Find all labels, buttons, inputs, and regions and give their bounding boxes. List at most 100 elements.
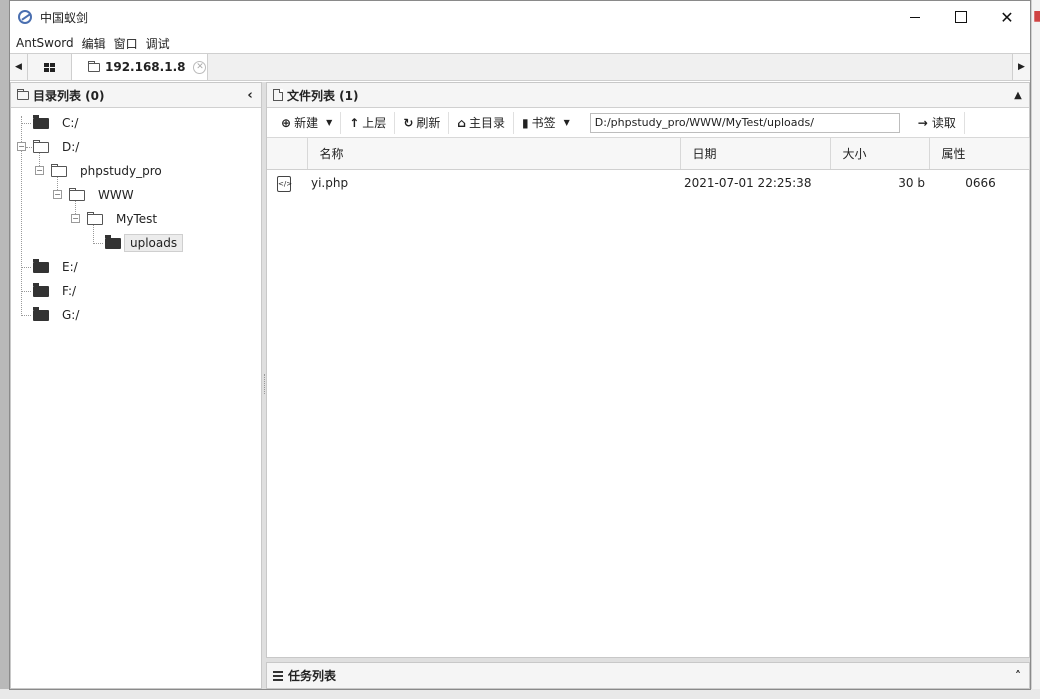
caret-down-icon: ▼ <box>326 118 333 127</box>
tree-item-label: F:/ <box>62 284 77 298</box>
menu-window[interactable]: 窗口 <box>112 35 144 52</box>
plus-circle-icon: ⊕ <box>281 115 292 130</box>
file-size: 30 b <box>898 176 925 191</box>
column-name[interactable]: 名称 <box>307 138 681 170</box>
table-row[interactable]: </> yi.php 2021-07-01 22:25:38 30 b 0666 <box>267 169 1029 197</box>
maximize-button[interactable] <box>938 1 984 33</box>
tree-item-f[interactable]: F:/ <box>33 280 81 302</box>
tab-label: 192.168.1.8 <box>105 60 186 74</box>
antsword-window: 中国蚁剑 ✕ AntSword 编辑 窗口 调试 ◀ 192.168.1.8 ✕… <box>9 0 1031 690</box>
home-dir-button[interactable]: ⌂ 主目录 <box>449 111 514 134</box>
column-date[interactable]: 日期 <box>680 138 831 170</box>
tree-item-label: C:/ <box>62 116 79 130</box>
background-window: ■ <box>1031 0 1040 699</box>
task-panel[interactable]: 任务列表 ˄ <box>266 662 1030 689</box>
file-panel-header: 文件列表 (1) ▲ <box>267 83 1029 108</box>
column-size[interactable]: 大小 <box>830 138 930 170</box>
directory-panel: 目录列表 (0) ‹ C:/ − D:/ − phpstudy_pro − WW… <box>10 82 262 689</box>
menu-edit[interactable]: 编辑 <box>80 35 112 52</box>
tree-item-phpstudy-pro[interactable]: phpstudy_pro <box>51 160 167 182</box>
tree-item-mytest[interactable]: MyTest <box>87 208 162 230</box>
tree-item-e[interactable]: E:/ <box>33 256 83 278</box>
tree-item-label: G:/ <box>62 308 80 322</box>
arrow-right-icon: → <box>917 115 928 130</box>
tree-collapse-toggle-icon[interactable]: − <box>17 142 26 151</box>
close-button[interactable]: ✕ <box>984 1 1030 33</box>
file-table: 名称 日期 大小 属性 </> yi.php 2021-07-01 22:25:… <box>267 138 1030 197</box>
file-date: 2021-07-01 22:25:38 <box>684 176 812 191</box>
file-panel-title: 文件列表 (1) <box>287 88 359 103</box>
folder-closed-icon <box>105 234 121 249</box>
minimize-button[interactable] <box>892 1 938 33</box>
tree-item-www[interactable]: WWW <box>69 184 139 206</box>
file-name: yi.php <box>311 176 349 191</box>
menu-debug[interactable]: 调试 <box>144 35 176 52</box>
grid-icon <box>44 62 55 72</box>
tab-close-icon[interactable]: ✕ <box>193 60 207 74</box>
menu-bar: AntSword 编辑 窗口 调试 <box>10 33 1030 53</box>
arrow-up-icon: ↑ <box>349 115 360 130</box>
list-icon <box>273 670 283 681</box>
home-dir-label: 主目录 <box>468 116 505 130</box>
tree-item-c[interactable]: C:/ <box>33 112 83 134</box>
tree-item-uploads[interactable]: uploads <box>105 232 184 254</box>
new-button-label: 新建 <box>294 116 319 130</box>
path-input[interactable] <box>589 112 900 133</box>
tree-item-d[interactable]: D:/ <box>33 136 84 158</box>
main-content: 目录列表 (0) ‹ C:/ − D:/ − phpstudy_pro − WW… <box>10 82 1030 689</box>
folder-closed-icon <box>33 258 49 273</box>
chevron-up-icon[interactable]: ˄ <box>1007 669 1029 683</box>
refresh-button[interactable]: ↻ 刷新 <box>395 111 450 134</box>
collapse-left-icon[interactable]: ‹ <box>239 88 261 103</box>
collapse-up-icon[interactable]: ▲ <box>1007 90 1029 101</box>
tab-bar: ◀ 192.168.1.8 ✕ ▶ <box>10 53 1030 81</box>
new-button[interactable]: ⊕ 新建 ▼ <box>273 111 342 134</box>
code-file-icon: </> <box>277 175 292 192</box>
folder-closed-icon <box>33 114 49 129</box>
tree-item-label-selected: uploads <box>124 234 184 252</box>
refresh-icon: ↻ <box>403 115 414 130</box>
directory-panel-title: 目录列表 (0) <box>33 88 105 103</box>
file-toolbar: ⊕ 新建 ▼ ↑ 上层 ↻ 刷新 ⌂ 主目录 ▮ 书签 ▼ D:/phpstud… <box>267 108 1029 138</box>
read-label: 读取 <box>931 116 956 130</box>
antsword-logo-icon <box>18 10 32 24</box>
read-button[interactable]: → 读取 <box>910 111 965 134</box>
tree-collapse-toggle-icon[interactable]: − <box>53 190 62 199</box>
tab-scroll-right-button[interactable]: ▶ <box>1012 54 1030 80</box>
tree-item-label: MyTest <box>116 212 158 226</box>
bookmark-icon: ▮ <box>522 115 529 130</box>
tree-item-g[interactable]: G:/ <box>33 304 84 326</box>
window-title: 中国蚁剑 <box>40 10 89 25</box>
up-level-button[interactable]: ↑ 上层 <box>341 111 396 134</box>
column-attr[interactable]: 属性 <box>929 138 1030 170</box>
caret-down-icon: ▼ <box>563 118 570 127</box>
folder-closed-icon <box>33 306 49 321</box>
folder-open-icon <box>69 187 85 201</box>
file-panel: 文件列表 (1) ▲ ⊕ 新建 ▼ ↑ 上层 ↻ 刷新 ⌂ 主目录 ▮ 书签 ▼… <box>266 82 1030 658</box>
directory-tree: C:/ − D:/ − phpstudy_pro − WWW − MyTest … <box>11 108 261 688</box>
folder-icon <box>88 60 100 72</box>
folder-open-icon <box>33 139 49 153</box>
folder-open-icon <box>51 163 67 177</box>
tree-item-label: D:/ <box>62 140 80 154</box>
tab-scroll-left-button[interactable]: ◀ <box>10 54 28 80</box>
file-attr: 0666 <box>965 176 996 191</box>
tree-collapse-toggle-icon[interactable]: − <box>35 166 44 175</box>
tree-collapse-toggle-icon[interactable]: − <box>71 214 80 223</box>
up-level-label: 上层 <box>362 116 387 130</box>
home-icon: ⌂ <box>457 115 466 130</box>
folder-icon <box>17 88 29 100</box>
file-icon <box>273 89 283 101</box>
bookmark-button[interactable]: ▮ 书签 ▼ <box>514 112 578 134</box>
tab-home[interactable] <box>28 54 72 80</box>
folder-closed-icon <box>33 282 49 297</box>
menu-antsword[interactable]: AntSword <box>14 36 80 50</box>
tree-item-label: E:/ <box>62 260 78 274</box>
background-strip <box>0 689 1040 699</box>
bookmark-label: 书签 <box>531 116 556 130</box>
refresh-label: 刷新 <box>416 116 441 130</box>
column-icon <box>267 138 308 170</box>
tab-shell-session[interactable]: 192.168.1.8 ✕ <box>72 54 208 80</box>
title-bar: 中国蚁剑 ✕ <box>10 1 1030 33</box>
file-table-header: 名称 日期 大小 属性 <box>267 138 1030 170</box>
